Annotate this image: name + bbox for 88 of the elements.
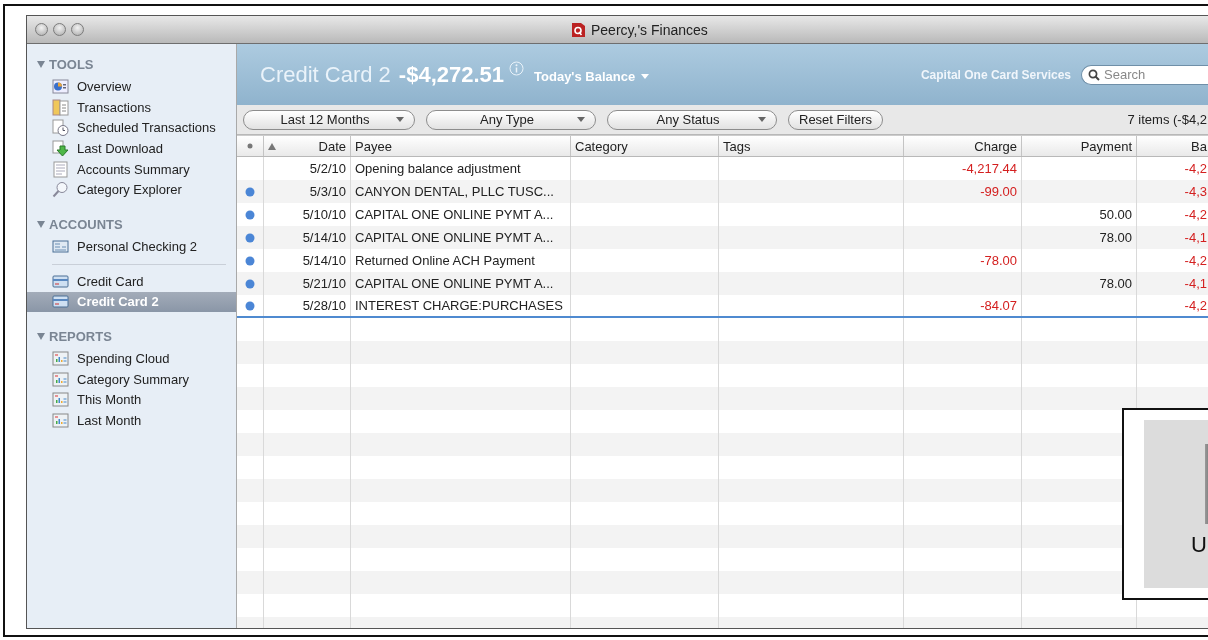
table-cell: 50.00 — [1099, 207, 1132, 222]
filter-popup[interactable]: Any Status — [607, 109, 777, 130]
sidebar-item[interactable]: Last Month — [27, 410, 236, 431]
caret-icon — [577, 116, 585, 123]
filter-popup[interactable]: Last 12 Months — [243, 109, 415, 130]
minimize-button[interactable] — [53, 23, 66, 36]
disclosure-triangle-icon[interactable] — [37, 59, 46, 69]
disclosure-triangle-icon[interactable] — [37, 219, 46, 229]
sidebar-item[interactable]: Accounts Summary — [27, 158, 236, 180]
download-icon — [52, 139, 69, 157]
ledger-icon — [52, 98, 69, 116]
table-cell: -78.00 — [980, 253, 1017, 268]
column-header[interactable]: Tags — [723, 138, 751, 154]
search-icon — [1088, 68, 1100, 81]
table-cell: -4,3 — [1184, 184, 1207, 199]
table-cell: -4,2 — [1184, 207, 1207, 222]
status-column-icon — [247, 143, 253, 149]
filter-popup[interactable]: Any Type — [426, 109, 596, 130]
magnifier-icon — [52, 181, 69, 199]
sidebar-item[interactable]: Category Summary — [27, 368, 236, 390]
table-cell: -4,2 — [1184, 161, 1207, 176]
sidebar-item[interactable]: Transactions — [27, 96, 236, 118]
table-cell: 5/10/10 — [302, 207, 346, 222]
register-icon — [52, 237, 69, 255]
close-button[interactable] — [35, 23, 48, 36]
column-header[interactable]: Charge — [974, 138, 1017, 154]
table-cell: CAPITAL ONE ONLINE PYMT A... — [355, 230, 554, 245]
table-cell: 78.00 — [1099, 276, 1132, 291]
report-icon — [52, 370, 69, 388]
sidebar-item[interactable]: Overview — [27, 76, 236, 97]
table-cell: 5/28/10 — [302, 298, 346, 313]
institution-name: Capital One Card Services — [920, 67, 1071, 82]
sidebar-item[interactable]: Last Download — [27, 138, 236, 159]
credit-card-icon — [52, 272, 69, 290]
report-icon — [52, 350, 69, 368]
table-cell: -4,2 — [1184, 253, 1207, 268]
thumbnail-label: U — [1191, 532, 1207, 558]
info-icon[interactable] — [509, 61, 525, 76]
table-cell: 5/21/10 — [302, 276, 346, 291]
caret-icon — [758, 116, 766, 123]
table-cell: -4,217.44 — [962, 161, 1017, 176]
sidebar-item[interactable]: Credit Card — [27, 270, 236, 292]
clock-document-icon — [52, 119, 69, 137]
column-header[interactable]: Ba — [1191, 138, 1207, 154]
zoom-button[interactable] — [71, 23, 84, 36]
report-icon — [52, 412, 69, 430]
sidebar-item[interactable]: Scheduled Transactions — [27, 117, 236, 139]
search-field[interactable]: Search — [1081, 64, 1208, 85]
caret-icon — [396, 116, 404, 123]
table-cell: 78.00 — [1099, 230, 1132, 245]
column-header[interactable]: Payment — [1080, 138, 1132, 154]
sidebar-item[interactable]: Personal Checking 2 — [27, 236, 236, 257]
table-cell: CAPITAL ONE ONLINE PYMT A... — [355, 207, 554, 222]
section-heading: TOOLS — [49, 56, 94, 72]
table-cell: CANYON DENTAL, PLLC TUSC... — [355, 184, 554, 199]
column-header[interactable]: Date — [318, 138, 346, 154]
chart-icon — [52, 77, 69, 95]
section-heading: ACCOUNTS — [49, 216, 123, 232]
item-count: 7 items (-$4,2 — [1127, 112, 1208, 127]
table-cell: 5/14/10 — [302, 230, 346, 245]
column-header[interactable]: Payee — [355, 138, 392, 154]
table-cell: -84.07 — [980, 298, 1017, 313]
table-cell: 5/14/10 — [302, 253, 346, 268]
table-cell: Returned Online ACH Payment — [355, 253, 535, 268]
caret-icon — [641, 73, 650, 80]
table-cell: INTEREST CHARGE:PURCHASES — [355, 298, 563, 313]
table-cell: -4,1 — [1184, 276, 1207, 291]
document-icon — [52, 160, 69, 178]
disclosure-triangle-icon[interactable] — [37, 331, 46, 341]
table-cell: 5/2/10 — [309, 161, 346, 176]
section-heading: REPORTS — [49, 328, 112, 344]
app-icon — [572, 22, 585, 37]
table-cell: -4,1 — [1184, 230, 1207, 245]
sidebar-item[interactable]: Spending Cloud — [27, 348, 236, 369]
table-cell: 5/3/10 — [309, 184, 346, 199]
window-title: Peercy,'s Finances — [591, 21, 708, 38]
account-title: Credit Card 2 — [260, 61, 391, 88]
account-balance: -$4,272.51 — [398, 62, 505, 88]
sidebar-item[interactable]: Category Explorer — [27, 179, 236, 201]
table-cell: Opening balance adjustment — [355, 161, 521, 176]
credit-card-icon — [52, 293, 69, 311]
table-cell: CAPITAL ONE ONLINE PYMT A... — [355, 276, 554, 291]
reset-filters-button[interactable]: Reset Filters — [788, 109, 883, 130]
table-cell: -4,2 — [1184, 298, 1207, 313]
sidebar-item[interactable]: This Month — [27, 389, 236, 411]
table-cell: -99.00 — [980, 184, 1017, 199]
column-header[interactable]: Category — [575, 138, 628, 154]
report-icon — [52, 391, 69, 409]
